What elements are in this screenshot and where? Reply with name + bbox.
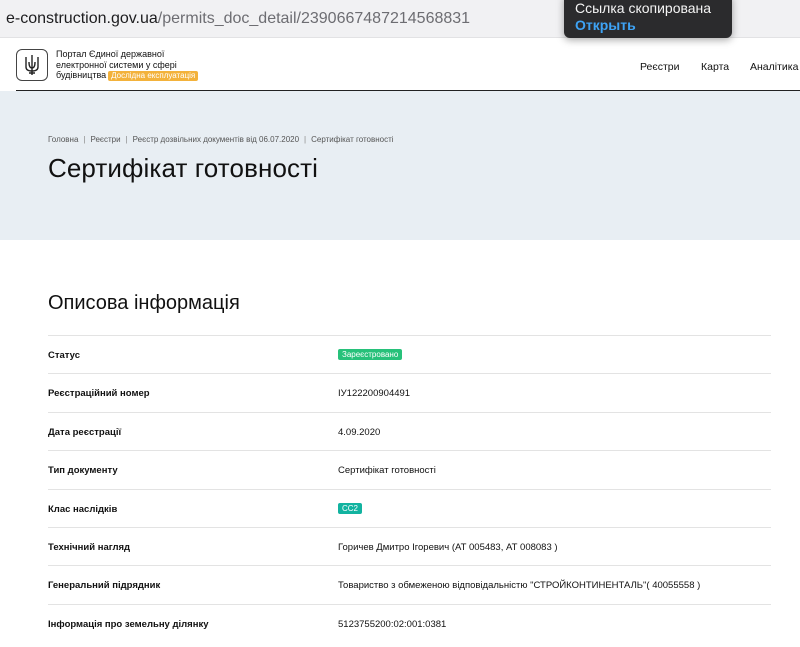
breadcrumb-separator: | xyxy=(83,135,86,144)
breadcrumb-current: Сертифікат готовності xyxy=(311,135,394,144)
row-label: Дата реєстрації xyxy=(48,426,122,438)
portal-name[interactable]: Портал Єдиної державної електронної сист… xyxy=(56,49,226,81)
page-title: Сертифікат готовності xyxy=(48,153,318,183)
row-value: Сертифікат готовності xyxy=(338,465,436,477)
row-label: Генеральний підрядник xyxy=(48,580,161,592)
info-row-general-contractor: Генеральний підрядник Товариство з обмеж… xyxy=(48,565,771,603)
breadcrumb-registries[interactable]: Реєстри xyxy=(90,135,120,144)
row-value: Товариство з обмеженою відповідальністю … xyxy=(338,580,701,592)
toast-message: Ссылка скопирована xyxy=(575,0,712,16)
info-row-status: Статус Зареєстровано xyxy=(48,335,771,373)
info-row-land-plot: Інформація про земельну ділянку 51237552… xyxy=(48,603,771,642)
row-value: IУ122200904491 xyxy=(338,388,411,400)
nav-analytics[interactable]: Аналітика xyxy=(750,61,798,73)
section-title: Описова інформація xyxy=(48,292,240,314)
trident-logo-icon[interactable] xyxy=(16,49,48,81)
portal-name-line: електронної системи у сфері xyxy=(56,59,177,70)
breadcrumb-permits-registry[interactable]: Реєстр дозвільних документів від 06.07.2… xyxy=(133,135,299,144)
info-row-registration-number: Реєстраційний номер IУ122200904491 xyxy=(48,373,771,411)
row-value: 4.09.2020 xyxy=(338,426,381,438)
nav-registries[interactable]: Реєстри xyxy=(640,61,680,73)
row-label: Тип документу xyxy=(48,465,118,477)
row-label: Реєстраційний номер xyxy=(48,388,150,400)
row-label: Клас наслідків xyxy=(48,503,118,515)
row-value: 5123755200:02:001:0381 xyxy=(338,618,447,630)
row-label: Інформація про земельну ділянку xyxy=(48,618,209,630)
breadcrumb-separator: | xyxy=(125,135,128,144)
breadcrumb-home[interactable]: Головна xyxy=(48,135,78,144)
breadcrumb-separator: | xyxy=(304,135,307,144)
info-row-consequence-class: Клас наслідків СС2 xyxy=(48,488,771,527)
status-badge: Зареєстровано xyxy=(338,349,403,360)
info-row-document-type: Тип документу Сертифікат готовності xyxy=(48,450,771,488)
portal-name-line: Портал Єдиної державної xyxy=(56,49,165,59)
row-label: Технічний нагляд xyxy=(48,541,131,553)
breadcrumb: Головна | Реєстри | Реєстр дозвільних докуме… xyxy=(48,135,394,144)
page-hero: Головна | Реєстри | Реєстр дозвільних докуме… xyxy=(0,91,800,240)
info-table: Статус Зареєстровано Реєстраційний номер… xyxy=(48,335,771,642)
row-label: Статус xyxy=(48,350,81,361)
portal-name-line: будівництва xyxy=(56,70,107,80)
url-path: /permits_doc_detail/2390667487214568831 xyxy=(157,10,471,27)
url-text[interactable]: e-construction.gov.ua/permits_doc_detail… xyxy=(6,10,470,28)
toast-open-link[interactable]: Открыть xyxy=(575,16,721,34)
consequence-class-badge: СС2 xyxy=(338,502,363,514)
site-header: Портал Єдиної державної електронної сист… xyxy=(0,38,800,91)
row-value: Горичев Дмитро Ігоревич (АТ 005483, АТ 0… xyxy=(338,541,558,553)
beta-badge: Дослідна експлуатація xyxy=(108,71,199,81)
link-copied-toast: Ссылка скопирована Открыть xyxy=(564,0,732,38)
info-row-technical-supervision: Технічний нагляд Горичев Дмитро Ігоревич… xyxy=(48,526,771,565)
url-host: e-construction.gov.ua xyxy=(6,10,158,27)
info-row-registration-date: Дата реєстрації 4.09.2020 xyxy=(48,411,771,450)
nav-map[interactable]: Карта xyxy=(701,61,729,73)
